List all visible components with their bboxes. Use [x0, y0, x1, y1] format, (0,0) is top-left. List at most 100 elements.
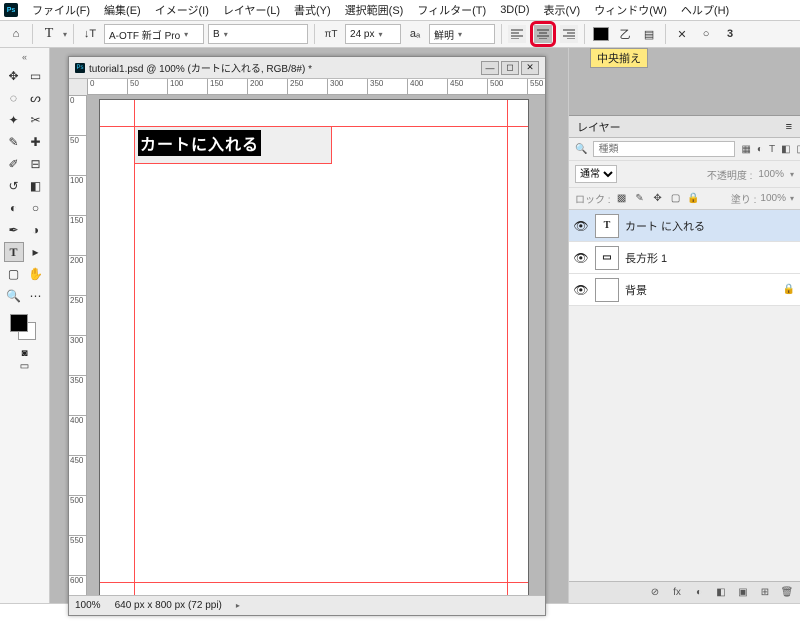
commit-icon[interactable]: ○	[696, 24, 716, 44]
document-titlebar[interactable]: Ps tutorial1.psd @ 100% (カートに入れる, RGB/8#…	[69, 57, 545, 79]
rectangle-tool[interactable]: ▢	[4, 264, 24, 284]
lock-brush-icon[interactable]: ✎	[633, 192, 647, 206]
cancel-icon[interactable]: ✕	[672, 24, 692, 44]
visibility-icon[interactable]: 👁	[573, 251, 589, 265]
font-family-combo[interactable]: A-OTF 新ゴ Pro▾	[104, 24, 204, 44]
healing-tool[interactable]: ✚	[26, 132, 46, 152]
layers-panel-tab[interactable]: レイヤー ≡	[569, 116, 800, 138]
filter-adjust-icon[interactable]: ◐	[757, 142, 763, 156]
delete-layer-icon[interactable]: 🗑	[780, 586, 794, 600]
lock-all-icon[interactable]: 🔒	[687, 192, 701, 206]
layer-item[interactable]: 👁 T カート に入れる	[569, 210, 800, 242]
edit-toolbar-icon[interactable]: ⋯	[26, 286, 46, 306]
group-icon[interactable]: ▣	[736, 586, 750, 600]
antialias-combo[interactable]: 鮮明▾	[429, 24, 495, 44]
filter-smart-icon[interactable]: ◫	[797, 142, 800, 156]
pen-tool[interactable]: ✒	[4, 220, 24, 240]
lock-position-icon[interactable]: ✥	[651, 192, 665, 206]
menu-3d[interactable]: 3D(D)	[494, 2, 535, 18]
layers-filter-input[interactable]	[593, 141, 735, 157]
menu-filter[interactable]: フィルター(T)	[411, 0, 492, 20]
gradient-tool[interactable]: ◐	[4, 198, 24, 218]
canvas-viewport[interactable]: カートに入れる	[87, 95, 545, 595]
minimize-button[interactable]: —	[481, 61, 499, 75]
ruler-vertical[interactable]: 0501001502002503003504004505005506006507…	[69, 95, 87, 595]
path-select-tool[interactable]: ▸	[26, 242, 46, 262]
visibility-icon[interactable]: 👁	[573, 219, 589, 233]
stamp-tool[interactable]: ⊟	[26, 154, 46, 174]
dodge-tool[interactable]: ◑	[26, 220, 46, 240]
hand-tool[interactable]: ✋	[26, 264, 46, 284]
quick-mask-icon[interactable]: ◙	[21, 348, 27, 359]
lock-artboard-icon[interactable]: ▢	[669, 192, 683, 206]
eyedropper-tool[interactable]: ✎	[4, 132, 24, 152]
warp-text-icon[interactable]: 乙	[615, 24, 635, 44]
menu-type[interactable]: 書式(Y)	[288, 0, 337, 20]
opacity-value[interactable]: 100%	[758, 169, 784, 180]
text-color-swatch[interactable]	[591, 24, 611, 44]
menu-layer[interactable]: レイヤー(L)	[217, 0, 286, 20]
close-button[interactable]: ✕	[521, 61, 539, 75]
menu-edit[interactable]: 編集(E)	[98, 0, 147, 20]
history-brush-tool[interactable]: ↺	[4, 176, 24, 196]
menu-select[interactable]: 選択範囲(S)	[339, 0, 410, 20]
magic-wand-tool[interactable]: ✦	[4, 110, 24, 130]
canvas[interactable]: カートに入れる	[99, 99, 529, 595]
guide-vertical[interactable]	[507, 100, 508, 595]
crop-tool[interactable]: ✂	[26, 110, 46, 130]
text-layer-content[interactable]: カートに入れる	[138, 130, 261, 156]
guide-horizontal[interactable]	[100, 582, 528, 583]
menu-view[interactable]: 表示(V)	[538, 0, 587, 20]
layer-item[interactable]: 👁 ▭ 長方形 1	[569, 242, 800, 274]
move-tool[interactable]: ✥	[4, 66, 24, 86]
align-left-button[interactable]	[508, 25, 526, 43]
panel-menu-icon[interactable]: ≡	[786, 121, 792, 133]
artboard-tool[interactable]: ▭	[26, 66, 46, 86]
font-style-combo[interactable]: B▾	[208, 24, 308, 44]
foreground-swatch[interactable]	[10, 314, 28, 332]
layer-name[interactable]: カート に入れる	[625, 218, 705, 234]
menu-window[interactable]: ウィンドウ(W)	[588, 0, 673, 20]
layer-item[interactable]: 👁 背景 🔒	[569, 274, 800, 306]
menu-help[interactable]: ヘルプ(H)	[675, 0, 735, 20]
filter-type-icon[interactable]: T	[769, 142, 775, 156]
layer-mask-icon[interactable]: ◐	[692, 586, 706, 600]
menu-image[interactable]: イメージ(I)	[149, 0, 215, 20]
visibility-icon[interactable]: 👁	[573, 283, 589, 297]
align-center-button[interactable]	[534, 25, 552, 43]
new-layer-icon[interactable]: ⊞	[758, 586, 772, 600]
home-icon[interactable]: ⌂	[6, 24, 26, 44]
3d-icon[interactable]: 3	[720, 24, 740, 44]
marquee-tool[interactable]: ◌	[4, 88, 24, 108]
link-layers-icon[interactable]: ⊘	[648, 586, 662, 600]
maximize-button[interactable]: ◻	[501, 61, 519, 75]
align-right-button[interactable]	[560, 25, 578, 43]
lock-pixels-icon[interactable]: ▩	[615, 192, 629, 206]
blur-tool[interactable]: ○	[26, 198, 46, 218]
character-panel-icon[interactable]: ▤	[639, 24, 659, 44]
lasso-tool[interactable]: ᔕ	[26, 88, 46, 108]
layer-name[interactable]: 背景	[625, 282, 647, 298]
font-size-combo[interactable]: 24 px▾	[345, 24, 401, 44]
filter-shape-icon[interactable]: ◧	[781, 142, 790, 156]
adjustment-layer-icon[interactable]: ◧	[714, 586, 728, 600]
toolbox-collapse-icon[interactable]: «	[22, 52, 27, 62]
brush-tool[interactable]: ✐	[4, 154, 24, 174]
menu-file[interactable]: ファイル(F)	[26, 0, 96, 20]
color-swatches[interactable]	[10, 314, 40, 344]
zoom-level[interactable]: 100%	[75, 600, 101, 611]
blend-mode-select[interactable]: 通常	[575, 165, 617, 183]
eraser-tool[interactable]: ◧	[26, 176, 46, 196]
text-orientation-icon[interactable]: ↓T	[80, 24, 100, 44]
layer-name[interactable]: 長方形 1	[625, 250, 667, 266]
ruler-horizontal[interactable]: 050100150200250300350400450500550600650	[87, 79, 545, 95]
fill-value[interactable]: 100%	[760, 193, 786, 204]
screen-mode-icon[interactable]: ▭	[20, 361, 29, 372]
zoom-tool[interactable]: 🔍	[4, 286, 24, 306]
filter-image-icon[interactable]: ▦	[741, 142, 750, 156]
layer-fx-icon[interactable]: fx	[670, 586, 684, 600]
type-tool[interactable]: T	[4, 242, 24, 262]
status-caret-icon[interactable]: ▸	[236, 601, 240, 610]
guide-vertical[interactable]	[134, 100, 135, 595]
tool-preset-icon[interactable]: T	[39, 24, 59, 44]
